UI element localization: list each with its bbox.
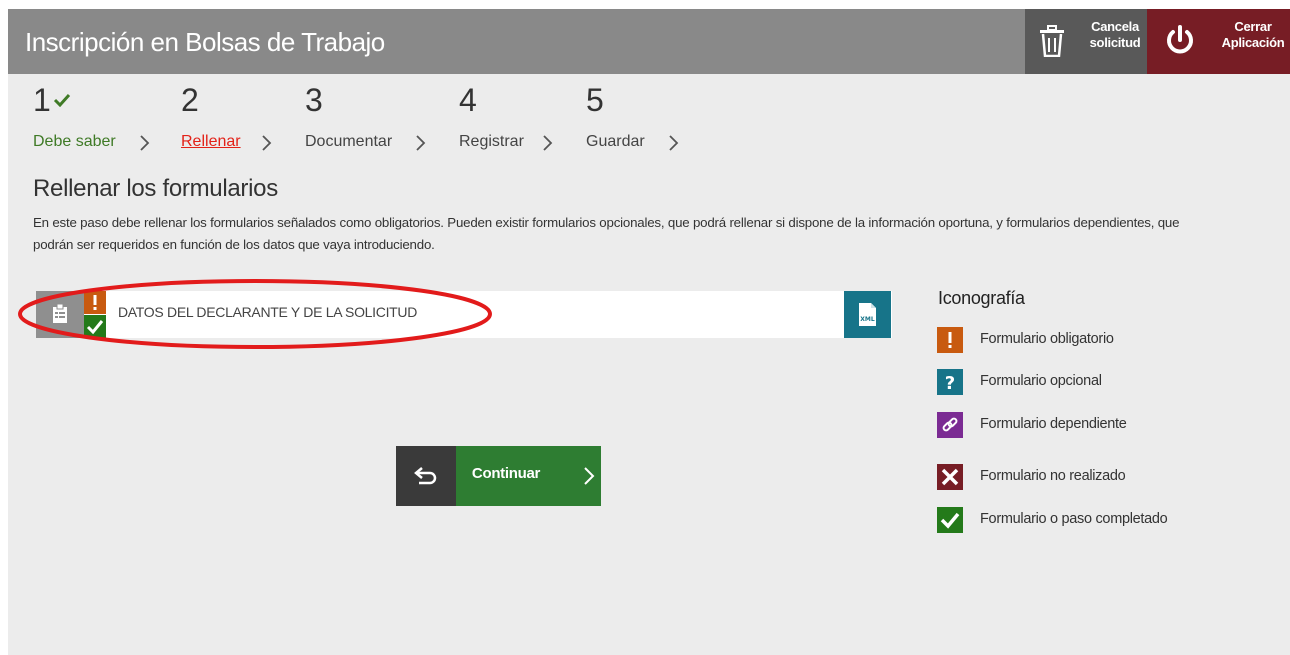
legend-item-optional: ? Formulario opcional: [937, 369, 1237, 395]
svg-text:?: ?: [945, 373, 955, 394]
x-icon: [937, 464, 963, 490]
legend-label: Formulario dependiente: [980, 416, 1127, 432]
return-arrow-icon: [414, 467, 437, 485]
exclamation-icon: [937, 327, 963, 353]
check-icon: [53, 93, 71, 107]
xml-button[interactable]: XML: [844, 291, 891, 338]
chevron-right-icon: [669, 135, 679, 151]
legend-item-completed: Formulario o paso completado: [937, 507, 1237, 533]
highlight-ellipse: [18, 279, 492, 349]
legend-label: Formulario o paso completado: [980, 511, 1168, 527]
power-icon: [1167, 25, 1193, 54]
step-label: Documentar: [305, 133, 393, 150]
app-header: Inscripción en Bolsas de Trabajo Cancela…: [8, 9, 1290, 74]
legend-item-required: Formulario obligatorio: [937, 327, 1237, 353]
continue-button[interactable]: Continuar: [456, 446, 601, 506]
back-button[interactable]: [396, 446, 456, 506]
close-app-label: Cerrar Aplicación: [1221, 19, 1285, 50]
link-icon: [937, 412, 963, 438]
close-app-button[interactable]: Cerrar Aplicación: [1147, 9, 1290, 74]
legend-label: Formulario no realizado: [980, 468, 1126, 484]
app-window: Inscripción en Bolsas de Trabajo Cancela…: [8, 9, 1290, 655]
chevron-right-icon: [584, 467, 595, 485]
check-icon: [937, 507, 963, 533]
app-title: Inscripción en Bolsas de Trabajo: [25, 27, 385, 57]
step-number: 4: [459, 82, 477, 118]
chevron-right-icon: [262, 135, 272, 151]
step-number: 5: [586, 82, 604, 118]
xml-file-icon: XML: [859, 303, 876, 326]
step-label: Registrar: [459, 133, 524, 150]
step-label: Debe saber: [33, 133, 116, 150]
continue-label: Continuar: [471, 465, 541, 482]
section-description: En este paso debe rellenar los formulari…: [33, 215, 1180, 252]
chevron-right-icon: [543, 135, 553, 151]
legend-title: Iconografía: [938, 288, 1025, 308]
legend-label: Formulario opcional: [980, 373, 1102, 389]
chevron-right-icon: [416, 135, 426, 151]
legend-item-dependent: Formulario dependiente: [937, 412, 1237, 438]
step-number: 1: [33, 82, 51, 118]
step-label: Rellenar: [181, 133, 241, 150]
chevron-right-icon: [140, 135, 150, 151]
question-icon: ?: [937, 369, 963, 395]
legend-label: Formulario obligatorio: [980, 331, 1114, 347]
cancel-request-label: Cancela solicitud: [1089, 19, 1141, 50]
step-label: Guardar: [586, 133, 645, 150]
svg-text:XML: XML: [860, 316, 875, 323]
section-title: Rellenar los formularios: [33, 175, 278, 202]
step-number: 3: [305, 82, 323, 118]
legend-item-not-done: Formulario no realizado: [937, 464, 1237, 490]
cancel-request-button[interactable]: Cancela solicitud: [1025, 9, 1147, 74]
step-number: 2: [181, 82, 199, 118]
trash-icon: [1040, 25, 1064, 57]
